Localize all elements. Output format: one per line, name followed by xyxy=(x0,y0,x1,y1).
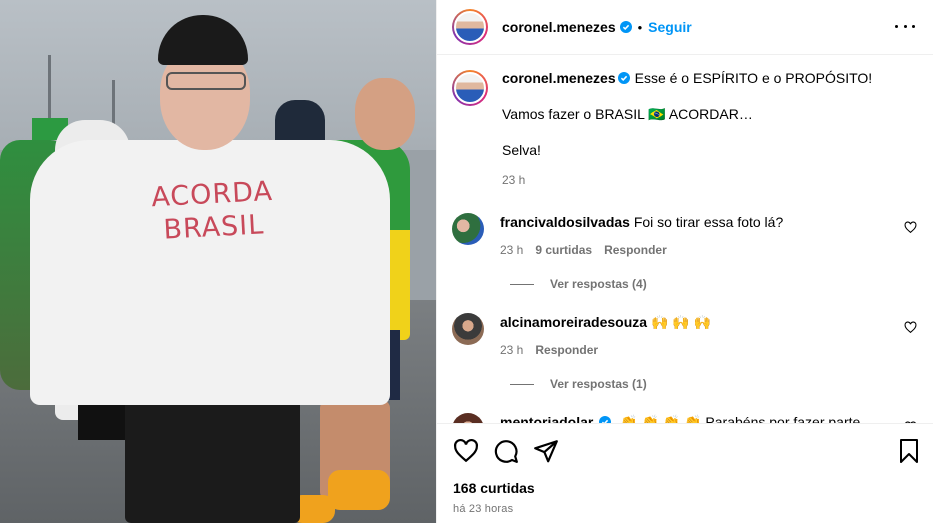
avatar-image xyxy=(454,11,486,43)
caption-line: Vamos fazer o BRASIL 🇧🇷 ACORDAR… xyxy=(502,106,753,122)
comment-likes[interactable]: 9 curtidas xyxy=(535,241,592,259)
reply-button[interactable]: Responder xyxy=(535,341,598,359)
photo-shoe xyxy=(328,470,390,510)
comment-time[interactable]: 23 h xyxy=(500,241,523,259)
comment-avatar[interactable] xyxy=(452,313,484,345)
comment-like-heart-icon[interactable] xyxy=(904,221,917,234)
bookmark-icon[interactable] xyxy=(897,438,921,464)
more-options-icon[interactable] xyxy=(895,16,915,36)
reply-button[interactable]: Responder xyxy=(604,241,667,259)
comment-author[interactable]: mentoriadolar xyxy=(500,414,593,423)
verified-badge-icon xyxy=(619,21,632,33)
verified-badge-icon xyxy=(617,72,630,84)
comment-item: francivaldosilvadas Foi so tirar essa fo… xyxy=(452,213,917,259)
comments-scroll-area[interactable]: coronel.menezes Esse é o ESPÍRITO e o PRO… xyxy=(437,56,933,423)
comment-avatar[interactable] xyxy=(452,213,484,245)
view-replies-label: Ver respostas (4) xyxy=(550,277,647,291)
photo-glasses xyxy=(166,72,246,90)
photo-man-main-shorts xyxy=(125,390,300,523)
action-icons xyxy=(453,438,918,464)
separator-dot: • xyxy=(637,19,643,35)
view-replies-label: Ver respostas (1) xyxy=(550,377,647,391)
comment-body: francivaldosilvadas Foi so tirar essa fo… xyxy=(500,213,890,259)
comment-like-heart-icon[interactable] xyxy=(904,321,917,334)
comment-body: mentoriadolar 👏 👏 👏 👏 Parabéns por fazer… xyxy=(500,413,890,423)
post-actions-bar: 168 curtidas há 23 horas xyxy=(437,423,933,523)
post-header: coronel.menezes • Seguir xyxy=(437,0,933,55)
caption-text: Esse é o ESPÍRITO e o PROPÓSITO! xyxy=(634,70,873,86)
comment-meta: 23 h Responder xyxy=(500,341,890,359)
author-username[interactable]: coronel.menezes xyxy=(502,19,616,35)
replies-divider-line xyxy=(510,283,534,285)
author-avatar[interactable] xyxy=(452,9,488,45)
comment-item: alcinamoreiradesouza 🙌 🙌 🙌 23 h Responde… xyxy=(452,313,917,359)
avatar-image xyxy=(454,72,486,104)
comment-line: mentoriadolar 👏 👏 👏 👏 Parabéns por fazer… xyxy=(500,413,890,423)
caption-author-username[interactable]: coronel.menezes xyxy=(502,70,616,86)
post-time-ago: há 23 horas xyxy=(453,503,514,515)
shirt-lettering: ACORDA BRASIL xyxy=(146,175,279,248)
comment-avatar[interactable] xyxy=(452,413,484,423)
shirt-lettering-line: BRASIL xyxy=(162,209,266,246)
paper-plane-icon[interactable] xyxy=(533,438,559,464)
verified-badge-icon xyxy=(599,416,612,423)
post-photo[interactable]: ACORDA BRASIL xyxy=(0,0,436,523)
comment-time[interactable]: 23 h xyxy=(500,341,523,359)
photo-man-right-head xyxy=(355,78,415,150)
caption-time[interactable]: 23 h xyxy=(502,171,872,189)
caption-line: Selva! xyxy=(502,142,541,158)
caption-line: coronel.menezes Esse é o ESPÍRITO e o PRO… xyxy=(502,69,872,87)
likes-count[interactable]: 168 curtidas xyxy=(453,480,917,496)
replies-divider-line xyxy=(510,383,534,385)
comment-text: Foi so tirar essa foto lá? xyxy=(633,214,784,230)
comment-meta: 23 h 9 curtidas Responder xyxy=(500,241,890,259)
post-details-panel: coronel.menezes • Seguir coronel.menezes… xyxy=(436,0,933,523)
comment-text: 🙌 🙌 🙌 xyxy=(650,314,712,330)
comment-line: alcinamoreiradesouza 🙌 🙌 🙌 xyxy=(500,313,890,331)
caption-body: coronel.menezes Esse é o ESPÍRITO e o PRO… xyxy=(502,70,872,189)
comment-body: alcinamoreiradesouza 🙌 🙌 🙌 23 h Responde… xyxy=(500,313,890,359)
comment-bubble-icon[interactable] xyxy=(493,438,519,464)
comment-author[interactable]: francivaldosilvadas xyxy=(500,214,630,230)
heart-icon[interactable] xyxy=(453,438,479,464)
post-caption: coronel.menezes Esse é o ESPÍRITO e o PRO… xyxy=(452,70,917,189)
view-replies-button[interactable]: Ver respostas (4) xyxy=(510,277,917,291)
comment-line: francivaldosilvadas Foi so tirar essa fo… xyxy=(500,213,890,231)
instagram-post-view: ACORDA BRASIL coronel.menezes • Seguir c… xyxy=(0,0,933,523)
follow-button[interactable]: Seguir xyxy=(648,19,692,35)
comment-author[interactable]: alcinamoreiradesouza xyxy=(500,314,647,330)
view-replies-button[interactable]: Ver respostas (1) xyxy=(510,377,917,391)
caption-author-avatar[interactable] xyxy=(452,70,488,106)
comment-item: mentoriadolar 👏 👏 👏 👏 Parabéns por fazer… xyxy=(452,413,917,423)
